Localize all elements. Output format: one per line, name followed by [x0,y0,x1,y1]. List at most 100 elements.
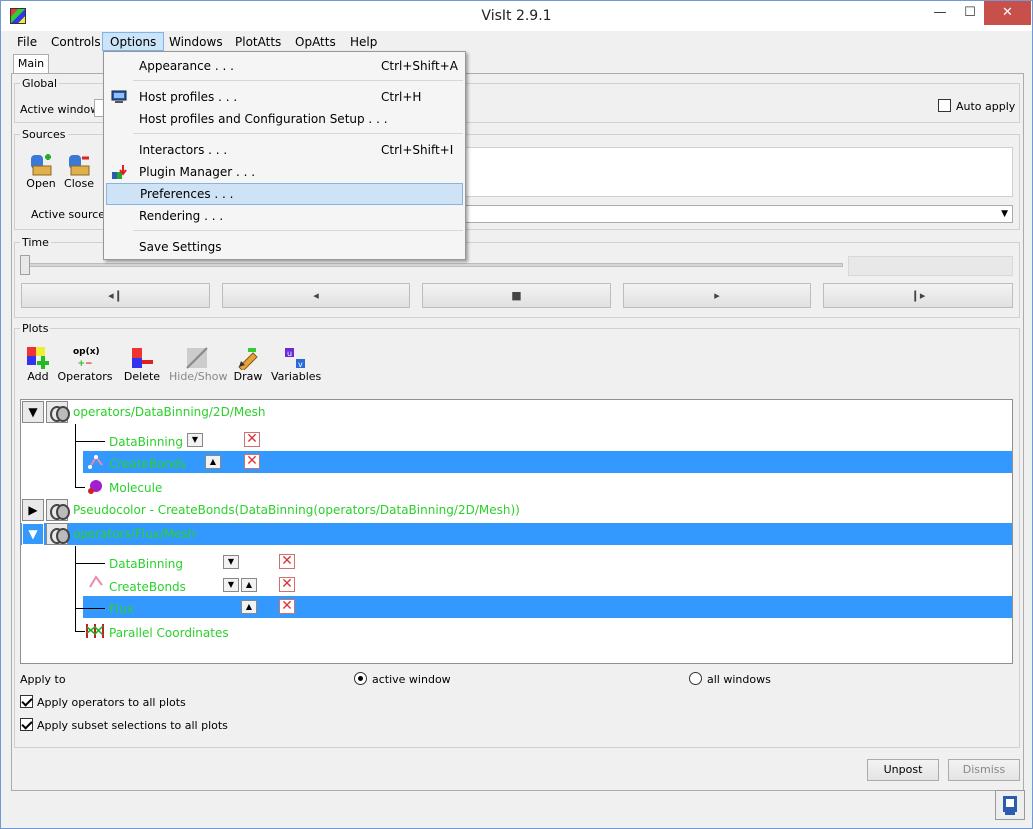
menu-item-rendering[interactable]: Rendering . . . [106,205,463,227]
play-reverse-button[interactable]: ◂ [222,283,410,308]
time-slider-track[interactable] [25,263,843,267]
operators-label: Operators [57,370,113,383]
menu-options[interactable]: Options [102,32,165,51]
visibility-toggle-icon[interactable] [46,523,70,545]
move-up-arrow-icon[interactable]: ▲ [205,455,221,469]
move-up-arrow-icon[interactable]: ▲ [241,600,257,614]
tree-line [75,487,85,488]
output-indicator-icon[interactable] [995,790,1025,820]
time-slider-handle[interactable] [20,255,30,275]
createbonds-icon [88,455,103,469]
operator-createbonds[interactable]: CreateBonds [109,580,186,594]
delete-plot-icon [130,346,154,370]
apply-to-label: Apply to [20,673,66,686]
collapse-triangle-icon[interactable]: ▼ [22,401,44,423]
menu-file[interactable]: File [9,32,45,51]
apply-subset-checkbox[interactable] [20,718,33,731]
active-source-combo[interactable]: ▼ [465,205,1013,223]
expand-triangle-icon[interactable]: ▶ [22,499,44,521]
step-forward-button[interactable]: ❙▸ [823,283,1013,308]
apply-operators-checkbox[interactable] [20,695,33,708]
tab-main[interactable]: Main [13,54,49,74]
visibility-toggle-icon[interactable] [46,499,70,521]
menu-plotatts[interactable]: PlotAtts [227,32,289,51]
time-state-field[interactable] [848,256,1013,276]
delete-operator-icon[interactable]: ✕ [279,577,295,592]
operator-row-selected[interactable]: CreateBonds ▲ ✕ [83,451,1012,473]
add-plot-button[interactable]: Add [23,346,53,383]
move-up-arrow-icon[interactable]: ▲ [241,578,257,592]
menu-item-interactors[interactable]: Interactors . . . Ctrl+Shift+I [106,139,463,161]
active-window-radio[interactable] [354,672,367,685]
hide-show-button[interactable]: Hide/Show [169,346,227,383]
menu-windows[interactable]: Windows [161,32,231,51]
minimize-button[interactable]: — [926,1,954,25]
stop-button[interactable]: ■ [422,283,611,308]
menu-separator [133,80,463,81]
menu-item-host-profiles-config[interactable]: Host profiles and Configuration Setup . … [106,108,463,130]
delete-operator-icon[interactable]: ✕ [244,454,260,469]
tree-line [75,631,85,632]
operator-molecule[interactable]: Molecule [109,481,162,495]
auto-apply-checkbox[interactable] [938,99,951,112]
plot-row-3[interactable]: ▼ operators/Flux/Mesh [21,523,1012,545]
plot-row-1[interactable]: ▼ operators/DataBinning/2D/Mesh [21,401,1012,423]
menu-item-save-settings[interactable]: Save Settings [106,236,463,258]
plot-row-2[interactable]: ▶ Pseudocolor - CreateBonds(DataBinning(… [21,499,1012,521]
move-down-arrow-icon[interactable]: ▼ [187,433,203,447]
delete-plot-button[interactable]: Delete [123,346,161,383]
parallel-coordinates-icon [86,624,104,638]
all-windows-radio[interactable] [689,672,702,685]
operator-parallel-coordinates[interactable]: Parallel Coordinates [109,626,229,640]
visibility-toggle-icon[interactable] [46,401,70,423]
delete-operator-icon[interactable]: ✕ [279,599,295,614]
dismiss-button[interactable]: Dismiss [948,759,1020,781]
menu-item-plugin-manager[interactable]: Plugin Manager . . . [106,161,463,183]
computer-icon [111,89,127,105]
menu-separator [133,133,463,134]
menu-item-preferences[interactable]: Preferences . . . [106,183,463,205]
unpost-button[interactable]: Unpost [867,759,939,781]
time-group-title: Time [20,236,51,249]
open-database-icon [29,153,53,177]
global-group-title: Global [20,77,60,90]
operator-createbonds: CreateBonds [109,457,186,471]
active-window-radio-label: active window [372,673,451,686]
open-label: Open [26,177,56,190]
delete-operator-icon[interactable]: ✕ [244,432,260,447]
apply-subset-label: Apply subset selections to all plots [37,719,228,732]
close-source-button[interactable]: Close [63,153,95,190]
createbonds-icon [89,575,103,588]
delete-operator-icon[interactable]: ✕ [279,554,295,569]
close-window-button[interactable]: ✕ [984,1,1031,25]
maximize-button[interactable]: ☐ [956,1,984,25]
delete-label: Delete [123,370,161,383]
menu-opatts[interactable]: OpAtts [287,32,344,51]
svg-text:v: v [298,360,303,369]
apply-operators-label: Apply operators to all plots [37,696,186,709]
hide-show-icon [185,346,209,370]
step-back-button[interactable]: ◂❙ [21,283,210,308]
operator-row-selected[interactable]: Flux ▲ ✕ [83,596,1012,618]
collapse-triangle-icon[interactable]: ▼ [22,523,44,545]
add-plot-icon [26,346,50,370]
auto-apply-label: Auto apply [956,100,1016,113]
move-down-arrow-icon[interactable]: ▼ [223,555,239,569]
plot-list: ▼ operators/DataBinning/2D/Mesh DataBinn… [20,399,1013,664]
operator-databinning[interactable]: DataBinning [109,557,183,571]
add-label: Add [27,370,49,383]
draw-button[interactable]: Draw [233,346,263,383]
menu-item-host-profiles[interactable]: Host profiles . . . Ctrl+H [106,86,463,108]
play-button[interactable]: ▸ [623,283,811,308]
menu-item-appearance[interactable]: Appearance . . . Ctrl+Shift+A [106,55,463,77]
operator-databinning[interactable]: DataBinning [109,435,183,449]
open-source-button[interactable]: Open [25,153,57,190]
operators-button[interactable]: op(x) +− Operators [57,346,113,383]
menu-controls[interactable]: Controls [43,32,109,51]
draw-icon [236,346,260,372]
draw-label: Draw [233,370,263,383]
move-down-arrow-icon[interactable]: ▼ [223,578,239,592]
menu-help[interactable]: Help [342,32,385,51]
menu-separator [133,230,463,231]
variables-button[interactable]: uv Variables [271,346,321,383]
